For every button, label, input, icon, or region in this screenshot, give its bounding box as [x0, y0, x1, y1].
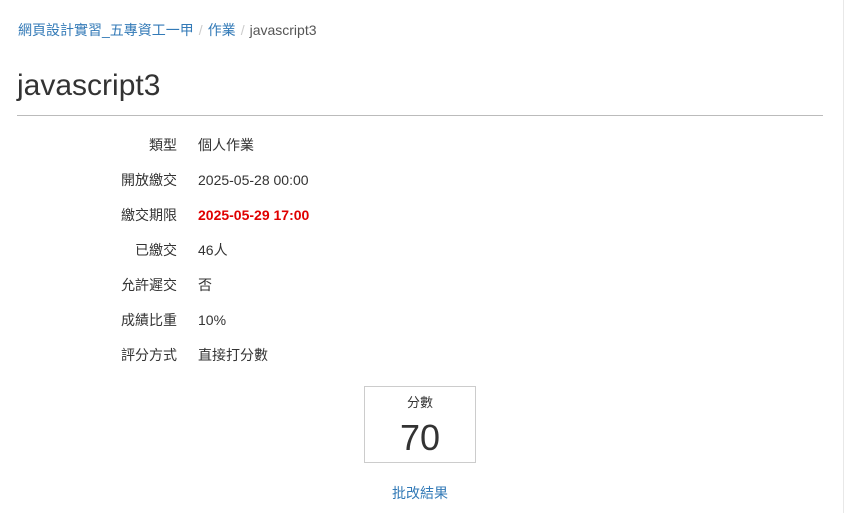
assignment-info: 類型 個人作業 開放繳交 2025-05-28 00:00 繳交期限 2025-… [0, 128, 844, 373]
info-label: 類型 [149, 137, 177, 153]
score-value: 70 [399, 417, 441, 458]
score-label: 分數 [406, 395, 433, 410]
info-label: 成績比重 [121, 312, 177, 328]
info-value: 10% [198, 312, 227, 328]
info-value: 2025-05-28 00:00 [198, 172, 309, 188]
page-title: javascript3 [17, 69, 161, 102]
breadcrumb-separator: / [198, 22, 203, 38]
title-divider [17, 115, 823, 116]
info-row-type: 類型 個人作業 [0, 128, 844, 163]
info-row-submitted: 已繳交 46人 [0, 233, 844, 268]
breadcrumb-course-link[interactable]: 網頁設計實習_五專資工一甲 [18, 22, 194, 38]
info-label: 允許遲交 [121, 277, 177, 293]
info-label: 已繳交 [135, 242, 177, 258]
info-row-grading-method: 評分方式 直接打分數 [0, 338, 844, 373]
info-row-weight: 成績比重 10% [0, 303, 844, 338]
info-row-open-time: 開放繳交 2025-05-28 00:00 [0, 163, 844, 198]
info-row-deadline: 繳交期限 2025-05-29 17:00 [0, 198, 844, 233]
grading-result-container: 批改結果 [0, 483, 840, 503]
info-row-late-allowed: 允許遲交 否 [0, 268, 844, 303]
grading-result-link[interactable]: 批改結果 [392, 485, 448, 501]
info-label: 評分方式 [121, 347, 177, 363]
info-value: 個人作業 [198, 137, 254, 153]
info-label: 開放繳交 [121, 172, 177, 188]
info-value: 否 [198, 277, 212, 293]
breadcrumb-current: javascript3 [249, 22, 317, 38]
breadcrumb-section-link[interactable]: 作業 [208, 22, 236, 38]
score-box: 分數 70 [364, 386, 476, 463]
assignment-page: 網頁設計實習_五專資工一甲 / 作業 / javascript3 javascript3… [0, 0, 844, 513]
info-value: 46人 [198, 242, 228, 258]
breadcrumb-separator: / [240, 22, 245, 38]
info-label: 繳交期限 [121, 207, 177, 223]
deadline-value: 2025-05-29 17:00 [198, 207, 310, 223]
info-value: 直接打分數 [198, 347, 268, 363]
breadcrumb: 網頁設計實習_五專資工一甲 / 作業 / javascript3 [18, 20, 317, 40]
